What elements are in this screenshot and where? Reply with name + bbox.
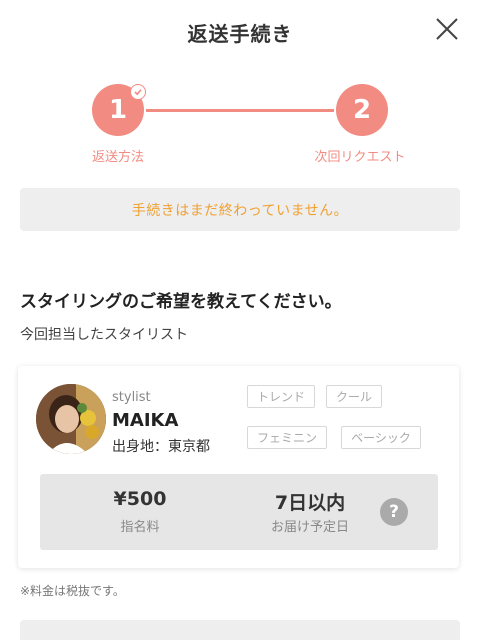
- question-icon[interactable]: ?: [380, 498, 408, 526]
- avatar: [36, 384, 106, 454]
- step-2-circle: 2: [336, 84, 388, 136]
- step-connector: [146, 109, 334, 112]
- stylist-name: MAIKA: [112, 410, 179, 431]
- nomination-price-label: 指名料: [120, 520, 160, 535]
- page-title: 返送手続き: [187, 22, 293, 46]
- stylist-tag: クール: [326, 385, 382, 408]
- step-1-number: 1: [108, 95, 128, 125]
- stylist-info-box: ¥500 指名料 7日以内 お届け予定日 ?: [40, 474, 438, 550]
- step-2-number: 2: [352, 95, 372, 125]
- tax-note: ※料金は税抜です。: [20, 584, 125, 598]
- step-1-label: 返送方法: [91, 150, 144, 165]
- delivery-estimate: 7日以内: [274, 492, 346, 514]
- bottom-button-partial[interactable]: [20, 620, 460, 640]
- stylist-card[interactable]: stylist MAIKA 出身地：東京都 トレンド クール フェミニン ベーシ…: [18, 366, 459, 568]
- stylist-tag: トレンド: [247, 385, 315, 408]
- close-icon: [436, 18, 458, 40]
- delivery-estimate-label: お届け予定日: [270, 520, 349, 535]
- stylist-origin: 出身地：東京都: [112, 439, 210, 455]
- section-subheading: 今回担当したスタイリスト: [20, 327, 188, 343]
- step-2-label: 次回リクエスト: [314, 150, 406, 165]
- header: 返送手続き: [0, 0, 480, 62]
- incomplete-notice: 手続きはまだ終わっていません。: [20, 188, 460, 231]
- stylist-role: stylist: [112, 390, 151, 405]
- progress-stepper: 1 2 返送方法 次回リクエスト: [0, 84, 480, 165]
- close-button[interactable]: [432, 14, 462, 44]
- section-heading: スタイリングのご希望を教えてください。: [20, 292, 342, 312]
- check-icon: [130, 84, 146, 100]
- stylist-tag: フェミニン: [247, 426, 327, 449]
- nomination-price: ¥500: [113, 488, 167, 510]
- stylist-tag: ベーシック: [341, 426, 421, 449]
